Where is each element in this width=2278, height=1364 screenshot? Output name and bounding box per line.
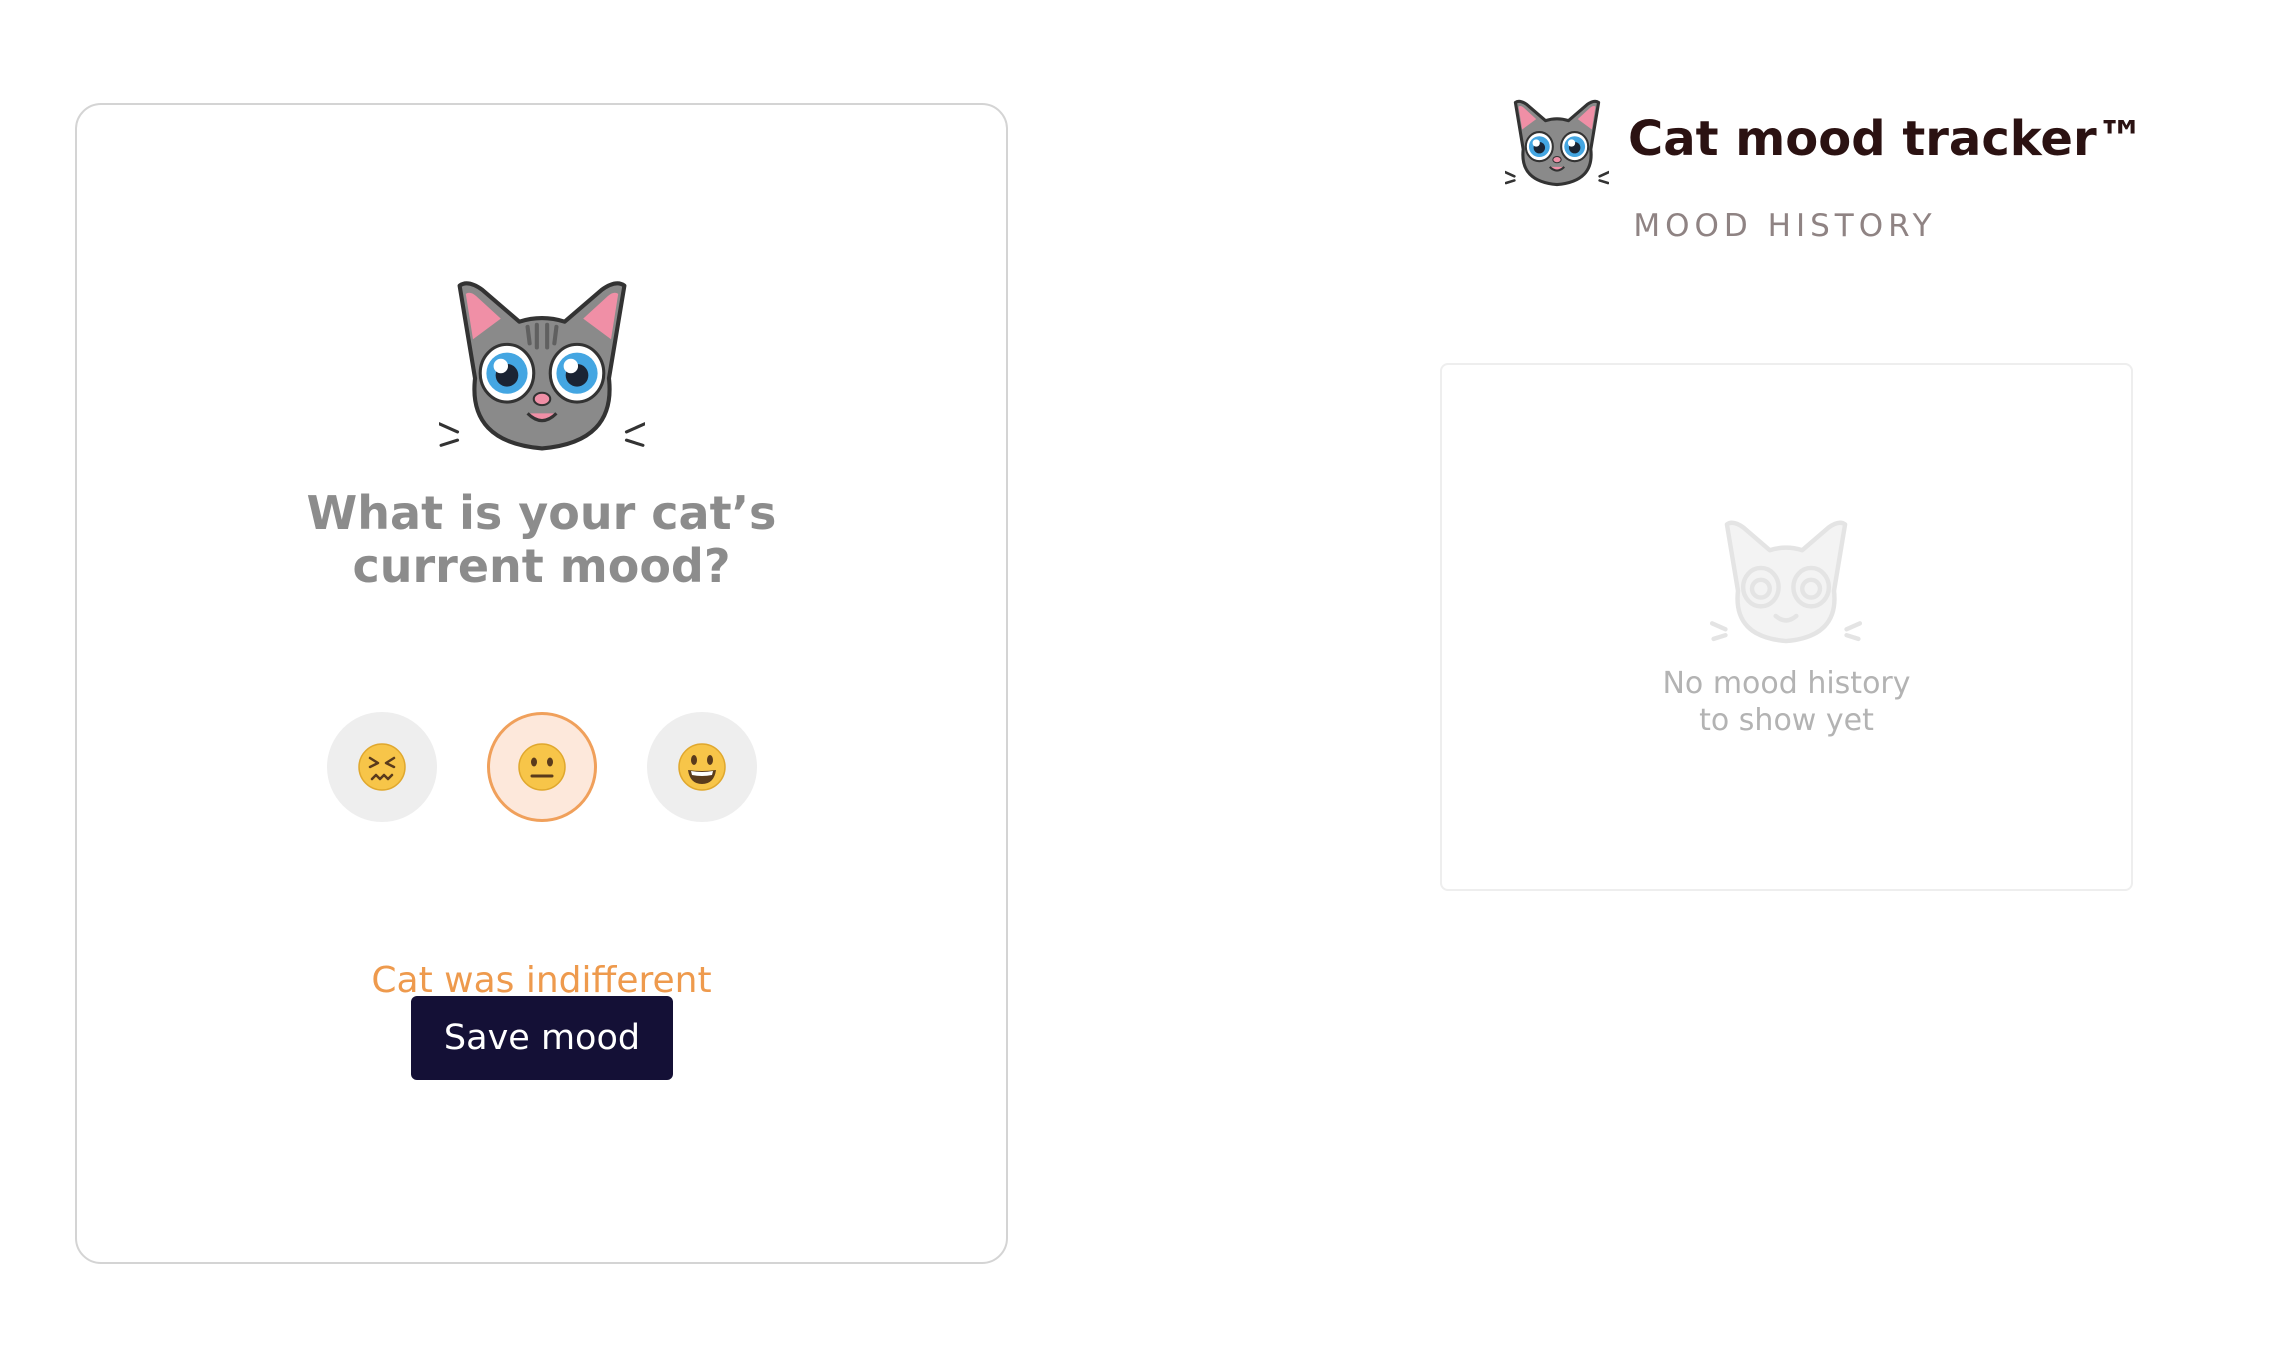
empty-message-line-2: to show yet — [1699, 703, 1874, 738]
mood-question: What is your cat’s current mood? — [77, 487, 1006, 593]
question-line-2: current mood? — [352, 539, 731, 593]
mood-history-panel: No mood history to show yet — [1440, 363, 2133, 891]
confounded-face-icon — [357, 743, 406, 791]
app-title: Cat mood tracker™ — [1628, 111, 2145, 167]
empty-message-line-1: No mood history — [1662, 666, 1911, 701]
question-line-1: What is your cat’s — [306, 486, 777, 540]
mood-option-indifferent[interactable] — [486, 712, 597, 822]
mood-options — [77, 712, 1006, 822]
mood-option-upset[interactable] — [326, 712, 437, 822]
mood-status-label: Cat was indifferent — [371, 960, 712, 1001]
neutral-face-icon — [517, 743, 566, 791]
cat-face-icon — [439, 281, 645, 451]
save-mood-button[interactable]: Save mood — [411, 996, 673, 1080]
mood-history-heading: MOOD HISTORY — [1633, 208, 1937, 244]
empty-history-message: No mood history to show yet — [1442, 665, 2131, 739]
cat-logo-icon — [1505, 99, 1609, 187]
app-header: Cat mood tracker™ — [1505, 97, 2145, 187]
cat-outline-icon — [1710, 520, 1862, 644]
mood-form-card: What is your cat’s current mood? Cat was… — [75, 103, 1008, 1264]
grinning-face-icon — [677, 743, 726, 791]
mood-option-happy[interactable] — [646, 712, 757, 822]
